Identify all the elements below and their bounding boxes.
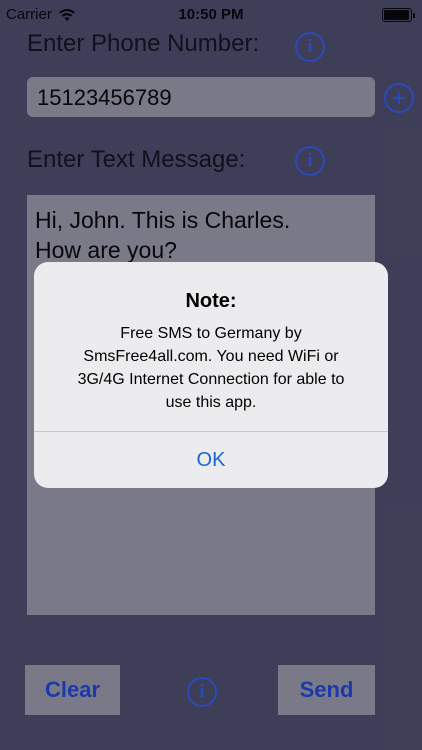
alert-ok-button[interactable]: OK (34, 432, 388, 488)
alert-dialog: Note: Free SMS to Germany by SmsFree4all… (34, 262, 388, 488)
alert-title: Note: (185, 290, 237, 312)
alert-message: Free SMS to Germany by SmsFree4all.com. … (77, 325, 345, 411)
